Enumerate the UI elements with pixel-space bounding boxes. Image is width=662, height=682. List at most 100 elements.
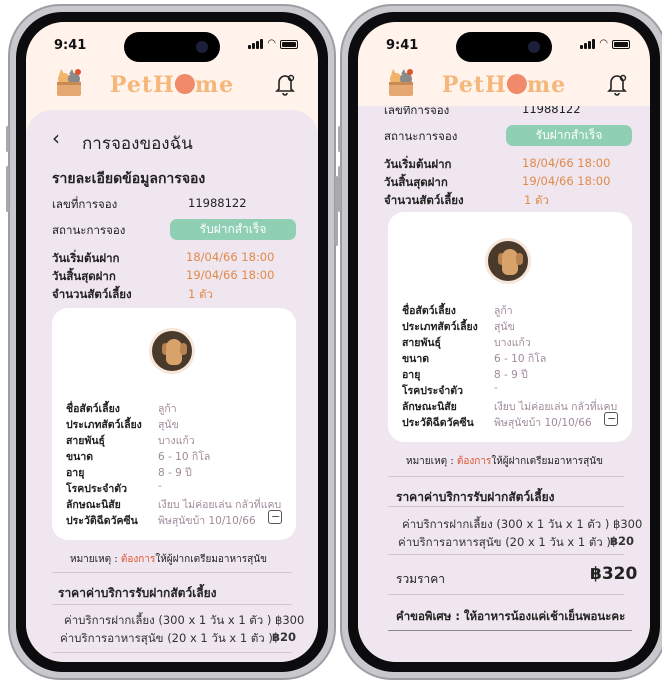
pet-age-value: 8 - 9 ปี xyxy=(494,369,528,381)
status-label: สถานะการจอง xyxy=(384,129,458,143)
pet-size-value: 6 - 10 กิโล xyxy=(158,451,211,463)
status-time: 9:41 xyxy=(54,38,87,53)
vaccine-image-icon[interactable] xyxy=(604,412,618,426)
divider xyxy=(388,506,624,507)
end-label: วันสิ้นสุดฝาก xyxy=(52,269,116,283)
pet-vaccine-label: ประวัติฉีดวัคซีน xyxy=(66,515,138,527)
paw-icon xyxy=(506,74,527,94)
status-badge: รับฝากสำเร็จ xyxy=(170,219,296,240)
pet-breed-value: บางแก้ว xyxy=(158,435,195,447)
phone-mockup-left: 9:41 ◠ PetH me ‹ การจองของฉัน รายละเอียด… xyxy=(6,4,338,680)
end-value: 19/04/66 18:00 xyxy=(186,268,275,282)
price-line-food-value: ฿20 xyxy=(610,534,635,548)
pet-avatar xyxy=(149,328,195,374)
signal-icon xyxy=(248,39,264,49)
end-label: วันสิ้นสุดฝาก xyxy=(384,175,448,189)
pet-disease-label: โรคประจำตัว xyxy=(66,483,128,495)
pethome-logo-icon xyxy=(389,69,413,96)
divider xyxy=(388,554,624,555)
pet-type-label: ประเภทสัตว์เลี้ยง xyxy=(66,419,142,431)
start-value: 18/04/66 18:00 xyxy=(522,156,611,170)
pet-size-value: 6 - 10 กิโล xyxy=(494,353,547,365)
pet-disease-label: โรคประจำตัว xyxy=(402,385,464,397)
pet-trait-label: ลักษณะนิสัย xyxy=(402,401,457,413)
total-value: ฿320 xyxy=(590,564,638,584)
details-heading: รายละเอียดข้อมูลการจอง xyxy=(52,171,206,187)
divider xyxy=(52,652,292,653)
phone-mockup-right: 9:41 ◠ PetH me เลขที่การจอง 11988122 สถา… xyxy=(338,4,662,680)
pet-vaccine-value: พิษสุนัขบ้า 10/10/66 xyxy=(494,417,592,429)
signal-icon xyxy=(580,39,596,49)
total-value: ฿320 xyxy=(252,660,299,662)
side-button xyxy=(338,166,341,212)
pet-vaccine-value: พิษสุนัขบ้า 10/10/66 xyxy=(158,515,256,527)
pet-age-value: 8 - 9 ปี xyxy=(158,467,192,479)
dynamic-island xyxy=(124,32,220,62)
battery-icon xyxy=(612,40,630,49)
notification-bell-icon[interactable] xyxy=(274,72,296,96)
pet-age-label: อายุ xyxy=(402,369,421,381)
pet-type-label: ประเภทสัตว์เลี้ยง xyxy=(402,321,478,333)
status-badge: รับฝากสำเร็จ xyxy=(506,125,632,146)
pet-disease-value: - xyxy=(158,480,162,492)
pet-trait-value: เงียบ ไม่ค่อยเล่น กลัวที่แคบ xyxy=(494,401,618,413)
pet-name-value: ลูก้า xyxy=(158,403,177,415)
price-line-food: ค่าบริการอาหารสุนัข (20 x 1 วัน x 1 ตัว … xyxy=(60,631,273,645)
wifi-icon: ◠ xyxy=(267,38,276,49)
booking-no-value: 11988122 xyxy=(522,106,581,116)
price-line-food-value: ฿20 xyxy=(272,630,297,644)
camera-icon xyxy=(196,41,208,53)
divider xyxy=(388,476,624,477)
pet-card: ชื่อสัตว์เลี้ยง ลูก้า ประเภทสัตว์เลี้ยง … xyxy=(52,308,296,540)
pet-trait-label: ลักษณะนิสัย xyxy=(66,499,121,511)
status-icons: ◠ xyxy=(248,39,298,49)
side-button xyxy=(338,126,341,152)
pet-type-value: สุนัข xyxy=(494,321,515,333)
divider xyxy=(388,594,624,595)
pricing-heading: ราคาค่าบริการรับฝากสัตว์เลี้ยง xyxy=(396,490,555,504)
divider xyxy=(388,630,632,631)
wifi-icon: ◠ xyxy=(599,38,608,49)
vaccine-image-icon[interactable] xyxy=(268,510,282,524)
brand-name: PetH me xyxy=(441,72,567,98)
pet-breed-value: บางแก้ว xyxy=(494,337,531,349)
total-label: รวมราคา xyxy=(396,572,446,586)
app-header: PetH me xyxy=(26,68,318,112)
count-value: 1 ตัว xyxy=(524,193,549,207)
end-value: 19/04/66 18:00 xyxy=(522,174,611,188)
pet-trait-value: เงียบ ไม่ค่อยเล่น กลัวที่แคบ xyxy=(158,499,282,511)
pet-name-label: ชื่อสัตว์เลี้ยง xyxy=(402,305,456,317)
divider xyxy=(52,572,292,573)
status-label: สถานะการจอง xyxy=(52,223,126,237)
divider xyxy=(52,604,292,605)
price-line-boarding: ค่าบริการฝากเลี้ยง (300 x 1 วัน x 1 ตัว … xyxy=(64,613,305,627)
camera-icon xyxy=(528,41,540,53)
status-icons: ◠ xyxy=(580,39,630,49)
count-value: 1 ตัว xyxy=(188,287,213,301)
start-label: วันเริ่มต้นฝาก xyxy=(384,157,452,171)
start-value: 18/04/66 18:00 xyxy=(186,250,275,264)
count-label: จำนวนสัตว์เลี้ยง xyxy=(52,287,132,301)
pet-age-label: อายุ xyxy=(66,467,85,479)
pethome-logo-icon xyxy=(57,69,81,96)
side-button xyxy=(6,126,9,152)
booking-content: ‹ การจองของฉัน รายละเอียดข้อมูลการจอง เล… xyxy=(26,110,318,662)
booking-no-label: เลขที่การจอง xyxy=(52,197,118,211)
count-label: จำนวนสัตว์เลี้ยง xyxy=(384,193,464,207)
booking-content-scrolled[interactable]: เลขที่การจอง 11988122 สถานะการจอง รับฝาก… xyxy=(358,106,650,662)
pet-name-value: ลูก้า xyxy=(494,305,513,317)
page-title: การจองของฉัน xyxy=(82,134,193,154)
pricing-heading: ราคาค่าบริการรับฝากสัตว์เลี้ยง xyxy=(58,586,217,600)
screen: 9:41 ◠ PetH me เลขที่การจอง 11988122 สถา… xyxy=(358,22,650,662)
dynamic-island xyxy=(456,32,552,62)
battery-icon xyxy=(280,40,298,49)
pet-breed-label: สายพันธุ์ xyxy=(402,337,441,349)
price-line-food: ค่าบริการอาหารสุนัข (20 x 1 วัน x 1 ตัว … xyxy=(398,535,611,549)
notification-bell-icon[interactable] xyxy=(606,72,628,96)
note-text: หมายเหตุ : ต้องการให้ผู้ฝากเตรียมอาหารสุ… xyxy=(406,456,603,467)
pet-size-label: ขนาด xyxy=(66,451,94,463)
note-text: หมายเหตุ : ต้องการให้ผู้ฝากเตรียมอาหารสุ… xyxy=(70,554,267,565)
screen: 9:41 ◠ PetH me ‹ การจองของฉัน รายละเอียด… xyxy=(26,22,318,662)
back-chevron-icon[interactable]: ‹ xyxy=(52,126,60,150)
pet-type-value: สุนัข xyxy=(158,419,179,431)
